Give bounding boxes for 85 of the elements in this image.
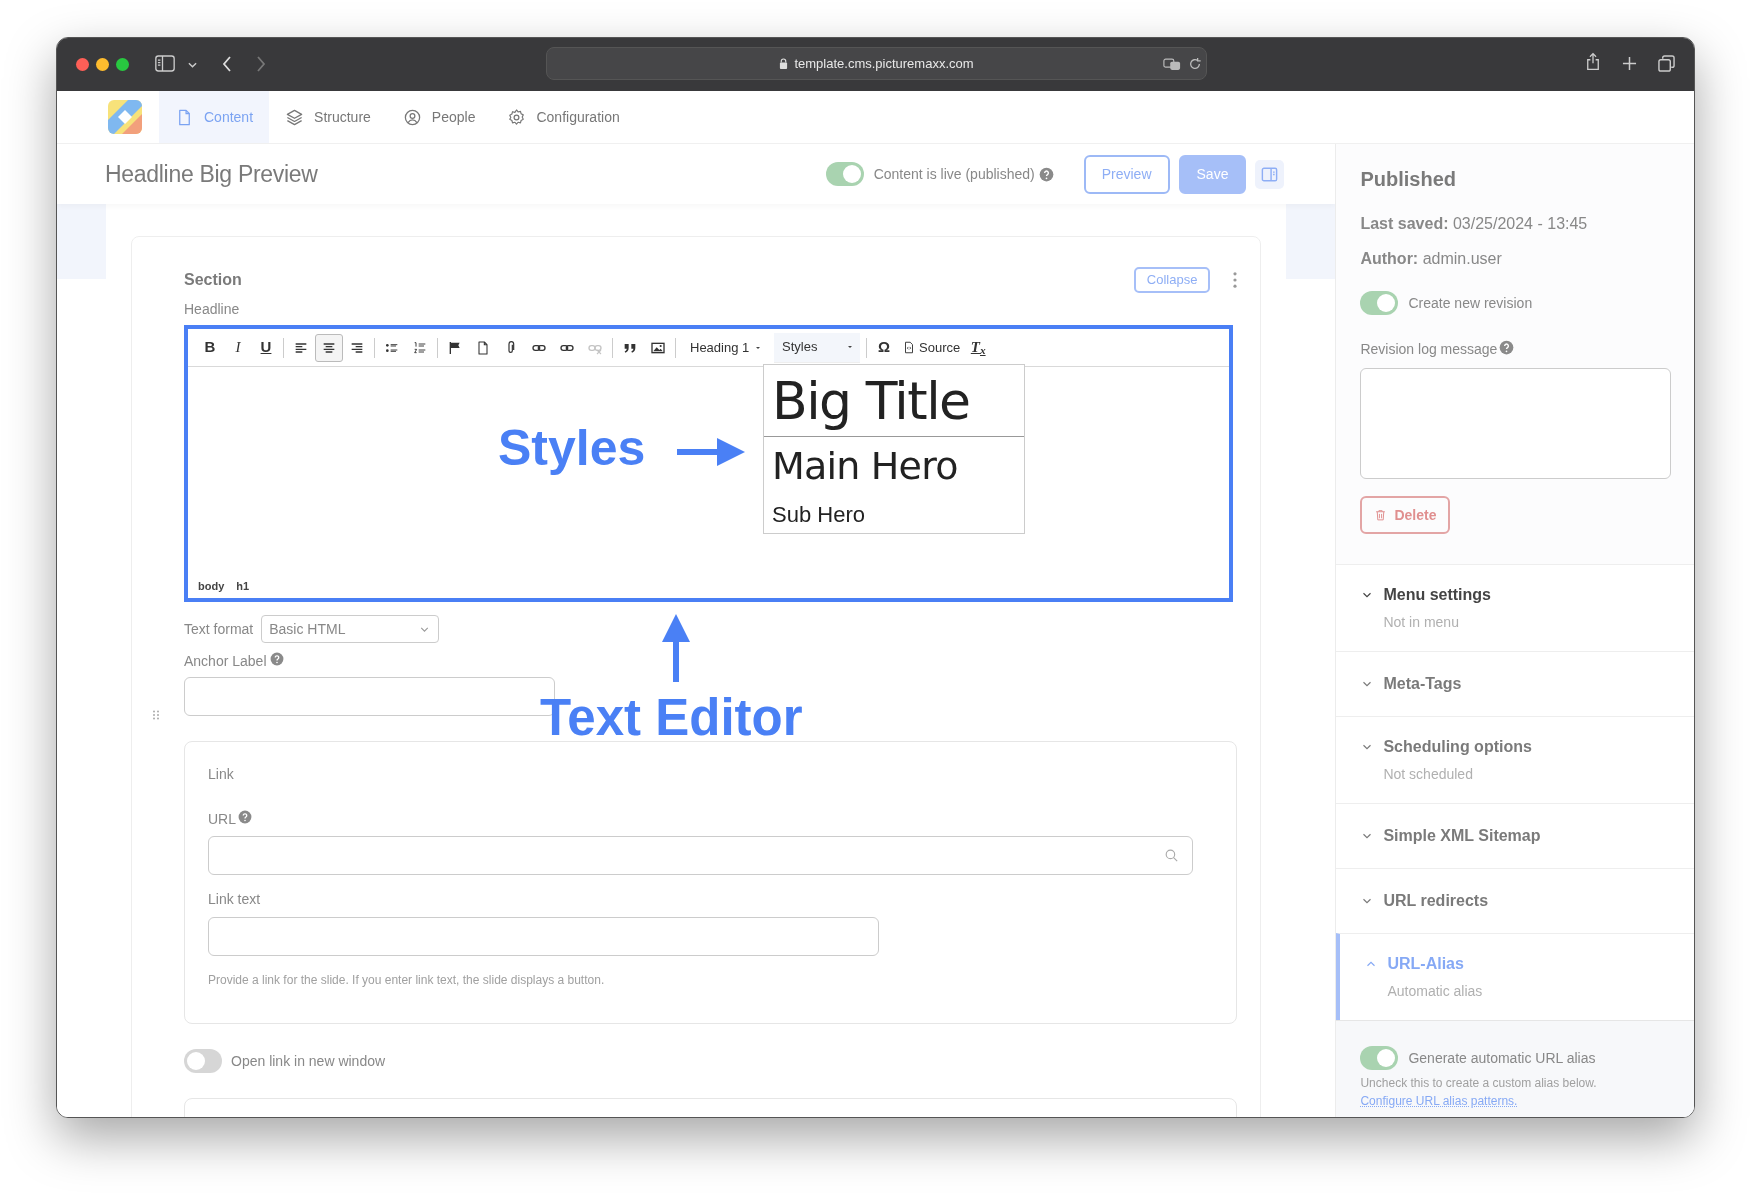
new-tab-icon[interactable] [1622,56,1637,71]
toolbar-dropdown[interactable]: Heading 1 [682,332,768,363]
document-icon [475,339,491,356]
new-window-toggle[interactable] [184,1049,222,1073]
big-title-option[interactable]: Big Title [764,365,1024,437]
alias-help-text: Uncheck this to create a custom alias below. [1360,1075,1598,1092]
trash-icon [1374,508,1388,522]
alias-toggle-label: Generate automatic URL alias [1408,1048,1596,1068]
toolbar-button[interactable]: T$_{x}$ [964,333,993,362]
text-format-label: Text format [184,619,254,639]
layers-icon [285,107,305,127]
author-text: Author: admin.user [1360,249,1503,269]
chevron-down-icon[interactable] [188,62,197,68]
status-heading: Published [1360,167,1457,192]
help-icon [238,809,252,824]
gear-icon [507,107,527,127]
nav-tab[interactable]: People [386,91,492,143]
tabs-overview-icon[interactable] [1658,55,1675,72]
nav-tab[interactable]: Configuration [491,91,636,143]
search-icon [1163,847,1180,864]
annotation-label: Text Editor [540,692,803,743]
element-path-item[interactable]: h1 [236,577,250,595]
page-title: Headline Big Preview [105,159,318,189]
accordion-summary: Not scheduled [1382,765,1474,784]
last-saved-text: Last saved: 03/25/2024 - 13:45 [1360,214,1589,234]
field-label: Headline [184,300,241,319]
nav-tab[interactable]: Structure [269,91,387,143]
panel-icon [1260,164,1280,184]
section-title: Section [184,270,242,290]
back-icon[interactable] [222,56,232,72]
toolbar-button[interactable]: Ω [870,333,898,362]
user-icon [402,107,422,127]
toolbar-button[interactable]: U [252,333,280,362]
element-path-item[interactable]: body [198,577,225,595]
accordion-title: Meta-Tags [1383,674,1462,694]
anchor-label: Anchor Label [184,652,267,671]
numbered-list-icon [412,339,428,356]
help-icon [1038,166,1054,182]
right-arrow-icon [677,438,745,466]
code-file-icon [902,340,916,355]
url-text: template.cms.picturemaxx.com [794,54,974,73]
revision-toggle-label: Create new revision [1408,293,1533,313]
help-icon [1499,340,1515,355]
toolbar-button[interactable]: I [224,333,252,362]
text-format-select[interactable]: Basic HTML [261,615,440,643]
sidebar-toggle-icon[interactable] [155,55,175,72]
link-text-input[interactable] [208,917,879,956]
live-status-label: Content is live (published) [873,164,1035,184]
up-arrow-icon [662,614,690,682]
close-window-button[interactable] [76,58,89,71]
maximize-window-button[interactable] [116,58,129,71]
kebab-icon[interactable] [1233,272,1238,288]
link-text-label: Link text [208,890,262,909]
accordion-summary: Automatic alias [1386,982,1484,1001]
reload-icon[interactable] [1188,57,1202,71]
toolbar-dropdown[interactable]: Styles [774,332,860,363]
lock-icon [779,58,789,69]
live-toggle[interactable] [825,162,864,186]
revision-toggle[interactable] [1360,291,1399,315]
alias-toggle[interactable] [1360,1046,1399,1070]
url-input[interactable] [208,836,1193,875]
accordion-summary: Not in menu [1382,613,1460,632]
forward-icon[interactable] [256,56,266,72]
accordion-title: Scheduling options [1383,737,1532,757]
source-button[interactable]: Source [898,333,965,362]
accordion-title: URL-Alias [1387,954,1464,974]
url-label: URL [208,810,236,829]
toolbar-button[interactable] [315,333,343,362]
sub-hero-option[interactable]: Sub Hero [764,493,1024,533]
address-bar[interactable] [546,47,1207,80]
panel-toggle-button[interactable] [1255,159,1285,189]
annotation-label: Styles [498,423,646,473]
toolbar-button[interactable]: B [196,333,224,362]
minimize-window-button[interactable] [96,58,109,71]
accordion-title: URL redirects [1383,891,1489,911]
share-icon[interactable] [1586,52,1600,71]
accordion-title: Simple XML Sitemap [1383,826,1541,846]
translate-icon[interactable] [1163,58,1181,71]
main-hero-option[interactable]: Main Hero [764,437,1024,493]
link-help-text: Provide a link for the slide. If you enter link text, the slide displays a button. [208,972,606,989]
new-window-label: Open link in new window [231,1051,386,1071]
accordion-title: Menu settings [1383,585,1491,605]
link-group-title: Link [208,765,235,784]
help-icon [269,651,284,666]
revision-log-label: Revision log message [1360,340,1498,359]
